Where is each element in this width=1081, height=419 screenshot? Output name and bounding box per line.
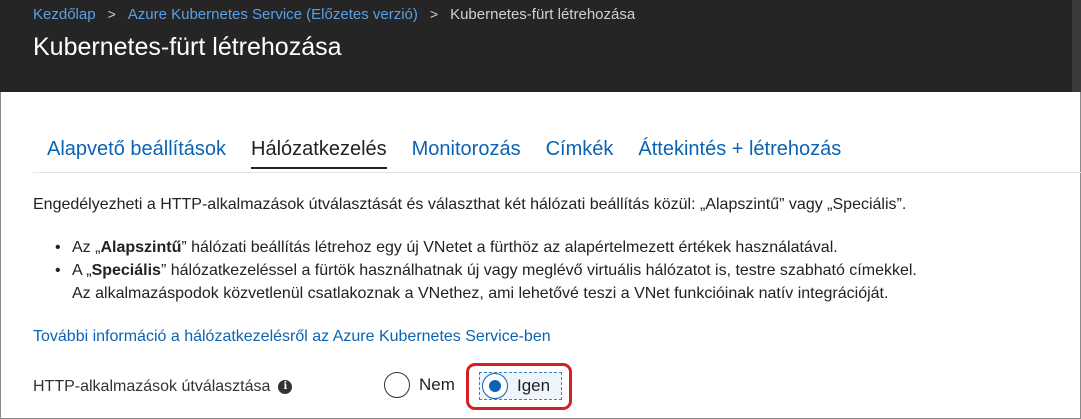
info-icon[interactable]: i: [278, 380, 293, 394]
bullet-marker: •: [55, 239, 61, 256]
breadcrumb: Kezdőlap > Azure Kubernetes Service (Elő…: [33, 4, 635, 24]
bullet-bold-term: Speciális: [91, 262, 161, 279]
tab-bar: Alapvető beállítások Hálózatkezelés Moni…: [47, 138, 841, 169]
bullet-text: A „: [72, 262, 92, 279]
breadcrumb-current: Kubernetes-fürt létrehozása: [450, 5, 636, 23]
network-options-list: • Az „Alapszintű” hálózati beállítás létr…: [55, 236, 917, 305]
http-routing-radio-group: Nem: [384, 372, 455, 398]
bullet-text: ” hálózatkezeléssel a fürtök használhatn…: [160, 262, 917, 279]
bullet-text-line2: Az alkalmazáspodok közvetlenül csatlakoz…: [72, 285, 889, 302]
learn-more-link[interactable]: További információ a hálózatkezelésről a…: [33, 328, 551, 346]
breadcrumb-aks[interactable]: Azure Kubernetes Service (Előzetes verzi…: [128, 6, 418, 23]
bullet-text: Az „: [72, 239, 101, 256]
radio-circle-icon[interactable]: [384, 372, 410, 398]
tab-networking[interactable]: Hálózatkezelés: [251, 138, 387, 169]
breadcrumb-home[interactable]: Kezdőlap: [33, 6, 96, 23]
chevron-right-icon: >: [107, 6, 116, 22]
highlight-annotation: [466, 363, 572, 410]
tab-divider: [33, 172, 1081, 173]
tab-tags[interactable]: Címkék: [546, 138, 614, 167]
page-title: Kubernetes-fürt létrehozása: [33, 33, 342, 61]
tab-monitoring[interactable]: Monitorozás: [412, 138, 521, 167]
tab-basics[interactable]: Alapvető beállítások: [47, 138, 226, 167]
bullet-text: ” hálózati beállítás létrehoz egy új VNe…: [181, 239, 838, 256]
list-item: • Az „Alapszintű” hálózati beállítás létr…: [55, 236, 917, 259]
intro-text: Engedélyezheti a HTTP-alkalmazások útvál…: [33, 196, 907, 213]
http-routing-label: HTTP-alkalmazások útválasztása i: [33, 378, 293, 396]
scrollbar-track[interactable]: [1072, 0, 1081, 92]
radio-option-nem[interactable]: Nem: [384, 372, 455, 398]
header-bar: Kezdőlap > Azure Kubernetes Service (Elő…: [0, 0, 1081, 92]
radio-label: Nem: [419, 375, 455, 394]
list-item: • A „Speciális” hálózatkezeléssel a fürtö…: [55, 259, 917, 305]
field-label-text: HTTP-alkalmazások útválasztása: [33, 378, 271, 395]
chevron-right-icon: >: [429, 6, 439, 22]
bullet-marker: •: [55, 262, 61, 279]
tab-review-create[interactable]: Áttekintés + létrehozás: [638, 138, 841, 167]
bullet-bold-term: Alapszintű: [100, 239, 182, 256]
